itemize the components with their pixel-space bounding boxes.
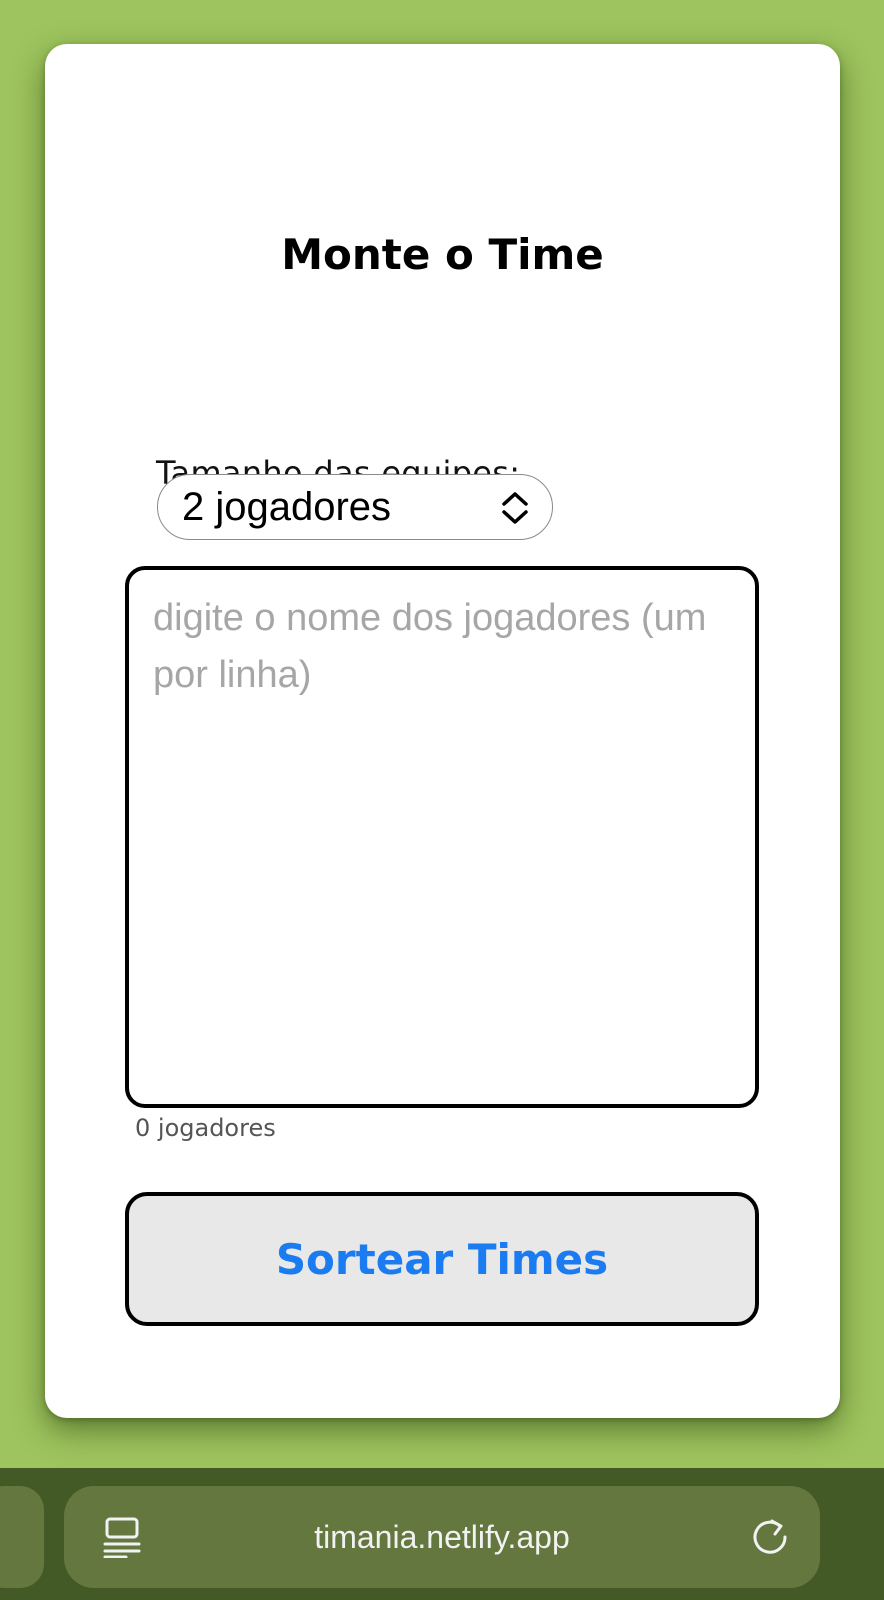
browser-toolbar: timania.netlify.app: [0, 1468, 884, 1600]
players-input[interactable]: [125, 566, 759, 1108]
url-text: timania.netlify.app: [314, 1519, 570, 1555]
address-bar[interactable]: timania.netlify.app: [64, 1486, 820, 1588]
team-size-select[interactable]: 2 jogadores: [157, 474, 553, 540]
team-size-value: 2 jogadores: [182, 484, 392, 529]
main-card: Monte o Time Tamanho das equipes: 2 joga…: [45, 44, 840, 1418]
draw-teams-button[interactable]: Sortear Times: [125, 1192, 759, 1326]
chevron-up-down-icon: [502, 492, 528, 524]
previous-tab[interactable]: [0, 1486, 44, 1588]
page-title: Monte o Time: [281, 230, 604, 279]
reload-icon[interactable]: [750, 1517, 790, 1557]
players-count: 0 jogadores: [135, 1114, 276, 1142]
